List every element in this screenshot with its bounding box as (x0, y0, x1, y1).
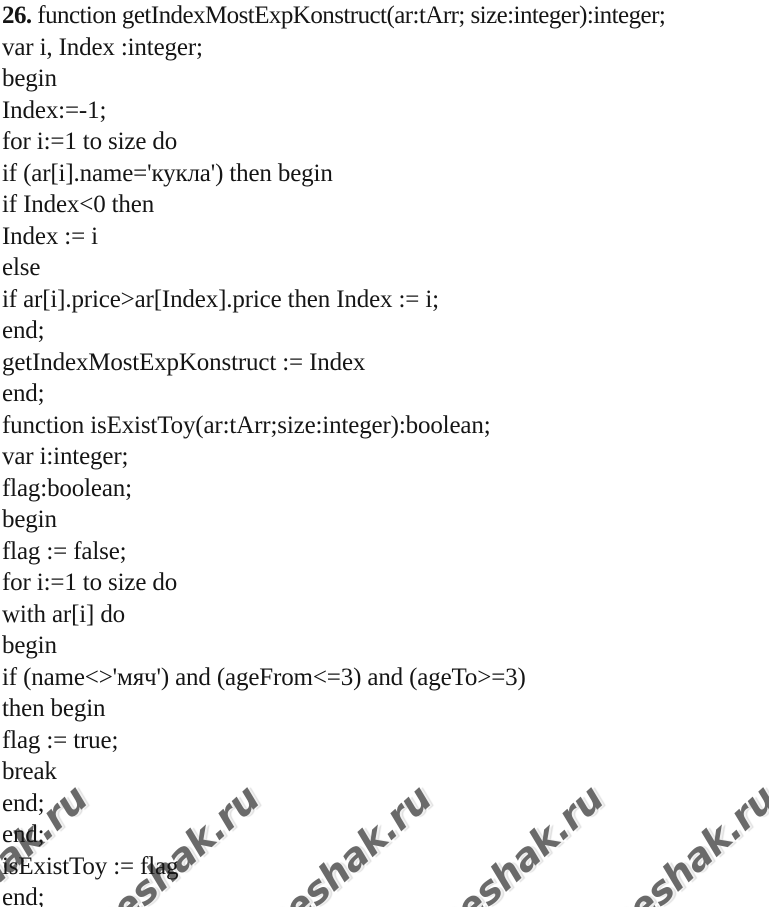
code-line-text: break (2, 758, 57, 785)
code-line: end; (0, 315, 769, 347)
code-line-text: flag := true; (2, 726, 119, 754)
code-line-text: flag:boolean; (2, 474, 132, 502)
code-line: var i:integer; (0, 441, 769, 473)
code-line-text: for i:=1 to size do (2, 569, 178, 596)
code-line: end; (0, 882, 769, 907)
code-line-text: with ar[i] do (2, 600, 126, 628)
code-line-text: function getIndexMostExpKonstruct(ar:tAr… (31, 2, 666, 29)
code-line: getIndexMostExpKonstruct := Index (0, 347, 769, 379)
code-line-text: end; (2, 317, 45, 344)
code-line-text: end; (2, 884, 45, 907)
code-line: begin (0, 504, 769, 536)
code-line: begin (0, 63, 769, 95)
code-line: flag:boolean; (0, 473, 769, 505)
code-line: end; (0, 378, 769, 410)
code-line: var i, Index :integer; (0, 32, 769, 64)
code-line-text: if Index<0 then (2, 191, 155, 218)
code-line: for i:=1 to size do (0, 567, 769, 599)
code-line: begin (0, 630, 769, 662)
code-line-text: if ar[i].price>ar[Index].price then Inde… (2, 285, 439, 313)
code-line-text: var i, Index :integer; (2, 33, 203, 61)
code-line: break (0, 756, 769, 788)
exercise-number: 26. (2, 2, 32, 29)
code-line: if (name<>'мяч') and (ageFrom<=3) and (a… (0, 662, 769, 694)
code-line-text: then begin (2, 695, 106, 722)
code-line: end; (0, 788, 769, 820)
code-line-text: if (name<>'мяч') and (ageFrom<=3) and (a… (2, 663, 526, 691)
code-line: if ar[i].price>ar[Index].price then Inde… (0, 284, 769, 316)
code-line: for i:=1 to size do (0, 126, 769, 158)
code-line-text: for i:=1 to size do (2, 128, 178, 155)
code-line-text: end; (2, 789, 45, 817)
code-line: with ar[i] do (0, 599, 769, 631)
code-line: Index:=-1; (0, 95, 769, 127)
code-line-text: end; (2, 380, 45, 407)
code-line-text: begin (2, 632, 57, 659)
code-line: Index := i (0, 221, 769, 253)
code-line: else (0, 252, 769, 284)
code-line-text: begin (2, 65, 57, 92)
code-listing: 26. function getIndexMostExpKonstruct(ar… (0, 0, 769, 907)
code-line: if Index<0 then (0, 189, 769, 221)
code-line: then begin (0, 693, 769, 725)
code-line-text: Index := i (2, 222, 98, 250)
code-line: 26. function getIndexMostExpKonstruct(ar… (0, 0, 769, 32)
code-line-text: else (2, 254, 41, 281)
page-canvas: Reshak.ru Reshak.ru Reshak.ru Reshak.ru Resh… (0, 0, 769, 907)
code-line-text: getIndexMostExpKonstruct := Index (2, 348, 366, 376)
code-line-text: isExistToy := flag (2, 852, 179, 880)
code-line-text: if (ar[i].name='кукла') then begin (2, 159, 333, 187)
code-line-text: Index:=-1; (2, 96, 107, 124)
code-line-text: function isExistToy(ar:tArr;size:integer… (2, 411, 491, 439)
code-line: flag := false; (0, 536, 769, 568)
code-line: end; (0, 819, 769, 851)
code-line: isExistToy := flag (0, 851, 769, 883)
code-line-text: begin (2, 506, 57, 533)
code-line-text: flag := false; (2, 537, 127, 565)
code-line: if (ar[i].name='кукла') then begin (0, 158, 769, 190)
code-line: flag := true; (0, 725, 769, 757)
code-line: function isExistToy(ar:tArr;size:integer… (0, 410, 769, 442)
code-line-text: end; (2, 821, 45, 848)
code-line-text: var i:integer; (2, 443, 129, 470)
